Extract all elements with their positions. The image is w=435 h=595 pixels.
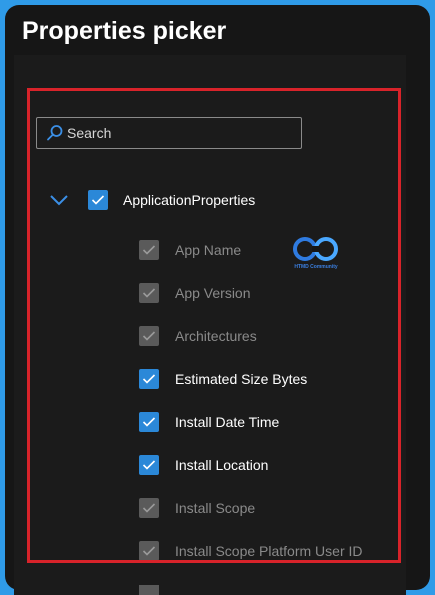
highlight-box: [27, 88, 401, 563]
partial-checkbox: [139, 585, 159, 595]
htmd-logo: HTMD Community: [288, 236, 344, 274]
logo-text: HTMD Community: [294, 264, 338, 270]
page-title: Properties picker: [22, 17, 227, 45]
